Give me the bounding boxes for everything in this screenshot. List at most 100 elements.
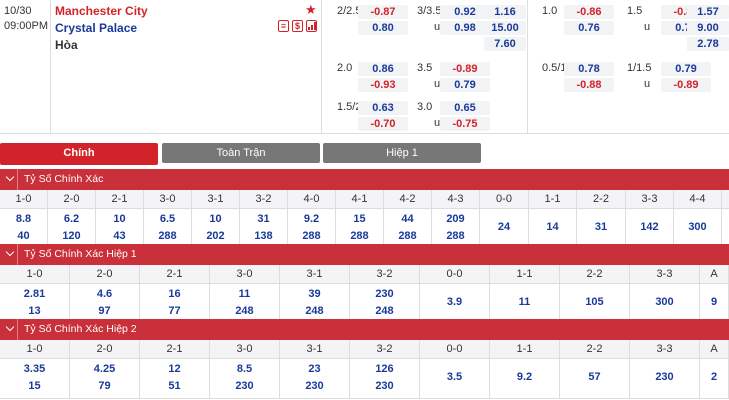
odd-value[interactable]: 0.79 [661,62,711,76]
odd-value[interactable]: 7.60 [484,37,526,51]
odd-value[interactable]: 230 [280,380,349,392]
odd-value[interactable]: 248 [280,305,349,317]
tab-first-half[interactable]: Hiệp 1 [323,143,481,163]
odd-value[interactable]: 8.8 [0,213,47,225]
odd-value[interactable]: 11 [490,296,559,308]
odd-value[interactable]: -0.88 [564,78,614,92]
odd-value[interactable]: 3.35 [0,363,69,375]
odds-cell[interactable]: 9 [700,284,729,324]
odd-value[interactable]: -0.87 [358,5,408,19]
odd-value[interactable]: 4.25 [70,363,139,375]
odd-value[interactable]: -0.86 [564,5,614,19]
odd-value[interactable]: 9 [700,296,728,308]
odd-value[interactable]: -0.75 [440,117,490,131]
odd-value[interactable]: 57 [560,371,629,383]
odds-cell[interactable]: 209 288 [432,209,480,249]
odds-cell[interactable]: 4.6 97 [70,284,140,324]
odd-value[interactable]: 14 [529,221,576,233]
odd-value[interactable]: 105 [560,296,629,308]
odd-value[interactable]: 10 [192,213,239,225]
odd-value[interactable]: 15 [336,213,383,225]
odd-value[interactable]: 0.86 [358,62,408,76]
odd-value[interactable]: 0.78 [564,62,614,76]
odd-value[interactable]: 138 [240,230,287,242]
odd-value[interactable]: 77 [140,305,209,317]
odd-value[interactable]: 2 [700,371,728,383]
odds-cell[interactable]: 57 [560,359,630,399]
away-team[interactable]: Crystal Palace [55,21,137,35]
odds-cell[interactable]: 126 230 [350,359,420,399]
odds-cell[interactable]: 44 288 [384,209,432,249]
section-header[interactable]: Tỷ Số Chính Xác Hiệp 1 [0,244,729,265]
odd-value[interactable]: 0.76 [564,21,614,35]
odd-value[interactable]: 16 [140,288,209,300]
home-team[interactable]: Manchester City [55,4,148,18]
star-icon[interactable]: ★ [305,2,317,18]
odd-value[interactable]: 31 [577,221,625,233]
odds-cell[interactable]: 230 [630,359,700,399]
odd-value[interactable]: 6.5 [144,213,191,225]
odd-value[interactable]: 142 [626,221,673,233]
odd-value[interactable]: 230 [350,288,419,300]
odds-cell[interactable]: 4.25 79 [70,359,140,399]
tab-full-match[interactable]: Toàn Trận [162,143,320,163]
odds-cell[interactable]: 11 [490,284,560,324]
odd-value[interactable]: 248 [350,305,419,317]
odds-cell[interactable]: 24 [480,209,529,249]
odds-cell[interactable]: 3.35 15 [0,359,70,399]
odd-value[interactable]: 13 [0,305,69,317]
odd-value[interactable]: 288 [432,230,479,242]
odds-cell[interactable]: 31 [577,209,626,249]
odd-value[interactable]: 43 [96,230,143,242]
odd-value[interactable]: 0.65 [440,101,490,115]
chevron-down-icon[interactable] [5,322,15,332]
odd-value[interactable]: 8.5 [210,363,279,375]
odds-cell[interactable]: 3.9 [420,284,490,324]
odd-value[interactable]: 6.2 [48,213,95,225]
chevron-down-icon[interactable] [5,172,15,182]
odds-cell[interactable]: 39 248 [280,284,350,324]
section-header[interactable]: Tỷ Số Chính Xác Hiệp 2 [0,319,729,340]
odds-cell[interactable]: 12 51 [140,359,210,399]
odd-value[interactable]: -0.93 [358,78,408,92]
odds-cell[interactable]: 9.2 [490,359,560,399]
odd-value[interactable]: 10 [96,213,143,225]
odd-value[interactable]: 2.81 [0,288,69,300]
chevron-down-icon[interactable] [5,247,15,257]
odd-value[interactable]: 79 [70,380,139,392]
odd-value[interactable]: 23 [280,363,349,375]
odd-value[interactable]: 9.2 [288,213,335,225]
odds-cell[interactable]: 2 [700,359,729,399]
odds-cell[interactable]: 3.5 [420,359,490,399]
odds-cell[interactable]: 6.2 120 [48,209,96,249]
odd-value[interactable]: -0.70 [358,117,408,131]
tab-main[interactable]: Chính [0,143,158,165]
odd-value[interactable]: 15 [0,380,69,392]
odds-cell[interactable]: 31 138 [240,209,288,249]
odd-value[interactable]: 300 [674,221,721,233]
odd-value[interactable]: 0.63 [358,101,408,115]
odd-value[interactable]: 3.5 [420,371,489,383]
odd-value[interactable]: 24 [480,221,528,233]
section-header[interactable]: Tỷ Số Chính Xác [0,169,729,190]
odd-value[interactable]: 39 [280,288,349,300]
odd-value[interactable]: -0.89 [661,78,711,92]
odds-cell[interactable]: 10 202 [192,209,240,249]
odds-cell[interactable]: 16 77 [140,284,210,324]
odds-cell[interactable]: 2.81 13 [0,284,70,324]
odds-cell[interactable]: 105 [560,284,630,324]
odds-cell[interactable]: 8.8 40 [0,209,48,249]
odd-value[interactable]: 11 [210,288,279,300]
odd-value[interactable]: 0.79 [440,78,490,92]
odd-value[interactable]: 9.2 [490,371,559,383]
odds-cell[interactable]: 6.5 288 [144,209,192,249]
odds-cell[interactable]: 142 [626,209,674,249]
odd-value[interactable]: 0.98 [440,21,490,35]
odd-value[interactable]: 44 [384,213,431,225]
odd-value[interactable]: 2.78 [687,37,729,51]
odd-value[interactable]: 0.80 [358,21,408,35]
odd-value[interactable]: 40 [0,230,47,242]
odds-cell[interactable]: 9.2 288 [288,209,336,249]
odd-value[interactable]: -0.89 [440,62,490,76]
odd-value[interactable]: 1.16 [484,5,526,19]
